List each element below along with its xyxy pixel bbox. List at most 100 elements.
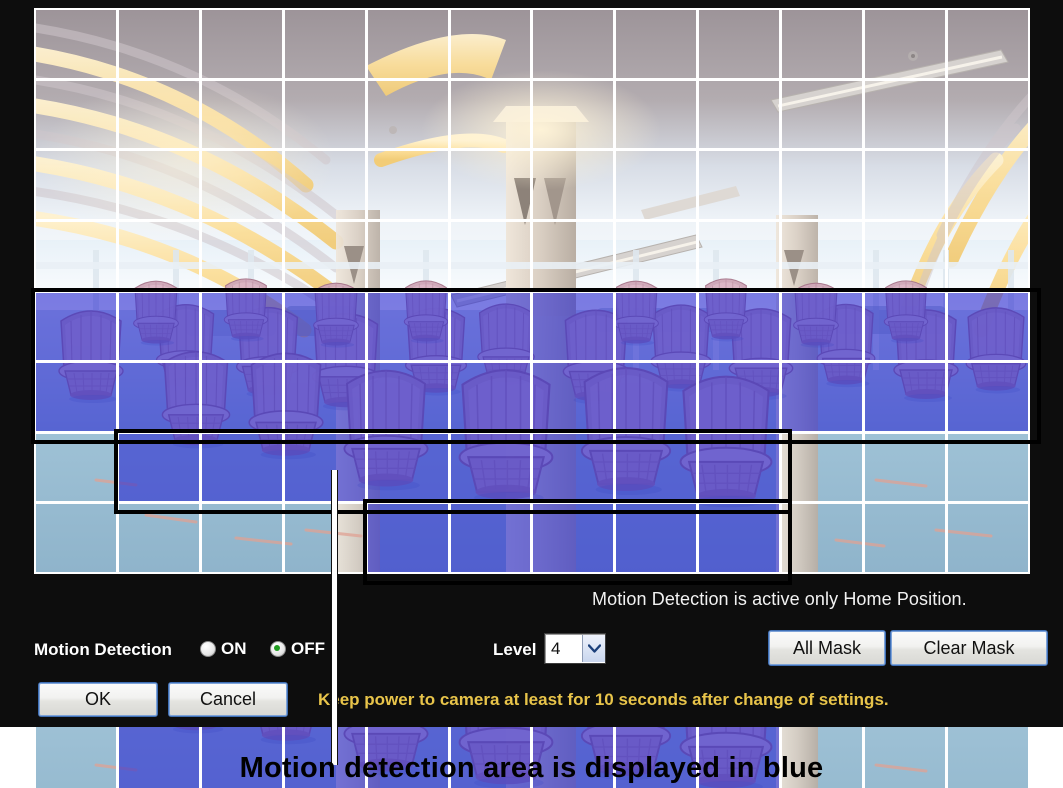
grid-cell-r4-c3[interactable] [199,219,284,292]
grid-cell-r6-c8[interactable] [614,361,699,433]
grid-cell-r5-c3[interactable] [199,290,284,363]
motion-detection-radio-off[interactable]: OFF [270,639,325,659]
grid-cell-r5-c4[interactable] [282,290,367,363]
grid-cell-r7-c11[interactable] [863,431,948,504]
grid-cell-r3-c12[interactable] [946,149,1030,221]
level-select[interactable]: 4 [544,633,606,664]
grid-cell-r3-c6[interactable] [448,149,533,221]
grid-cell-r6-c4[interactable] [282,361,367,433]
grid-cell-r6-c7[interactable] [531,361,616,433]
grid-cell-r7-c4[interactable] [282,431,367,504]
grid-cell-r2-c9[interactable] [697,78,782,151]
grid-cell-r3-c10[interactable] [780,149,865,221]
all-mask-button[interactable]: All Mask [768,630,886,666]
grid-cell-r1-c10[interactable] [780,8,865,80]
grid-cell-r5-c1[interactable] [34,290,118,363]
grid-cell-r2-c3[interactable] [199,78,284,151]
grid-cell-r7-c10[interactable] [780,431,865,504]
grid-cell-r4-c9[interactable] [697,219,782,292]
chevron-down-icon[interactable] [582,635,605,662]
grid-cell-r5-c7[interactable] [531,290,616,363]
grid-cell-r6-c1[interactable] [34,361,118,433]
grid-cell-r4-c5[interactable] [365,219,450,292]
grid-cell-r2-c10[interactable] [780,78,865,151]
grid-cell-r5-c2[interactable] [116,290,201,363]
grid-cell-r2-c4[interactable] [282,78,367,151]
ok-button[interactable]: OK [38,682,158,717]
grid-cell-r1-c11[interactable] [863,8,948,80]
grid-cell-r4-c2[interactable] [116,219,201,292]
grid-cell-r3-c1[interactable] [34,149,118,221]
grid-cell-r8-c5[interactable] [365,502,450,574]
grid-cell-r2-c1[interactable] [34,78,118,151]
grid-cell-r8-c10[interactable] [780,502,865,574]
grid-cell-r8-c11[interactable] [863,502,948,574]
grid-cell-r6-c12[interactable] [946,361,1030,433]
grid-cell-r2-c11[interactable] [863,78,948,151]
grid-cell-r4-c7[interactable] [531,219,616,292]
grid-cell-r7-c9[interactable] [697,431,782,504]
grid-cell-r4-c1[interactable] [34,219,118,292]
radio-on-indicator[interactable] [200,641,216,657]
grid-cell-r2-c8[interactable] [614,78,699,151]
grid-cell-r7-c5[interactable] [365,431,450,504]
grid-cell-r2-c5[interactable] [365,78,450,151]
grid-cell-r7-c1[interactable] [34,431,118,504]
grid-cell-r3-c5[interactable] [365,149,450,221]
grid-cell-r2-c12[interactable] [946,78,1030,151]
grid-cell-r4-c10[interactable] [780,219,865,292]
grid-cell-r6-c5[interactable] [365,361,450,433]
grid-cell-r5-c10[interactable] [780,290,865,363]
grid-cell-r5-c12[interactable] [946,290,1030,363]
grid-cell-r7-c2[interactable] [116,431,201,504]
grid-cell-r5-c11[interactable] [863,290,948,363]
grid-cell-r7-c3[interactable] [199,431,284,504]
clear-mask-button[interactable]: Clear Mask [890,630,1048,666]
grid-cell-r8-c9[interactable] [697,502,782,574]
grid-cell-r8-c7[interactable] [531,502,616,574]
grid-cell-r1-c8[interactable] [614,8,699,80]
grid-cell-r3-c11[interactable] [863,149,948,221]
grid-cell-r1-c2[interactable] [116,8,201,80]
grid-cell-r1-c3[interactable] [199,8,284,80]
grid-cell-r1-c1[interactable] [34,8,118,80]
motion-detection-radio-on[interactable]: ON [200,639,247,659]
grid-cell-r6-c2[interactable] [116,361,201,433]
grid-cell-r8-c8[interactable] [614,502,699,574]
grid-cell-r1-c5[interactable] [365,8,450,80]
grid-cell-r3-c7[interactable] [531,149,616,221]
grid-cell-r1-c6[interactable] [448,8,533,80]
grid-cell-r6-c3[interactable] [199,361,284,433]
grid-cell-r6-c6[interactable] [448,361,533,433]
grid-cell-r7-c12[interactable] [946,431,1030,504]
radio-off-indicator[interactable] [270,641,286,657]
grid-cell-r3-c9[interactable] [697,149,782,221]
grid-cell-r6-c10[interactable] [780,361,865,433]
grid-cell-r1-c7[interactable] [531,8,616,80]
grid-cell-r8-c6[interactable] [448,502,533,574]
grid-cell-r7-c8[interactable] [614,431,699,504]
grid-cell-r4-c4[interactable] [282,219,367,292]
grid-cell-r1-c4[interactable] [282,8,367,80]
grid-cell-r1-c9[interactable] [697,8,782,80]
grid-cell-r2-c2[interactable] [116,78,201,151]
grid-cell-r6-c9[interactable] [697,361,782,433]
grid-cell-r6-c11[interactable] [863,361,948,433]
grid-cell-r7-c7[interactable] [531,431,616,504]
grid-cell-r3-c3[interactable] [199,149,284,221]
camera-preview-viewer[interactable] [31,8,1041,585]
grid-cell-r3-c2[interactable] [116,149,201,221]
grid-cell-r4-c11[interactable] [863,219,948,292]
grid-cell-r4-c12[interactable] [946,219,1030,292]
grid-cell-r3-c4[interactable] [282,149,367,221]
motion-detection-grid[interactable] [34,8,1030,574]
grid-cell-r8-c2[interactable] [116,502,201,574]
grid-cell-r8-c1[interactable] [34,502,118,574]
grid-cell-r5-c9[interactable] [697,290,782,363]
grid-cell-r3-c8[interactable] [614,149,699,221]
grid-cell-r5-c6[interactable] [448,290,533,363]
grid-cell-r1-c12[interactable] [946,8,1030,80]
cancel-button[interactable]: Cancel [168,682,288,717]
grid-cell-r4-c6[interactable] [448,219,533,292]
grid-cell-r8-c4[interactable] [282,502,367,574]
